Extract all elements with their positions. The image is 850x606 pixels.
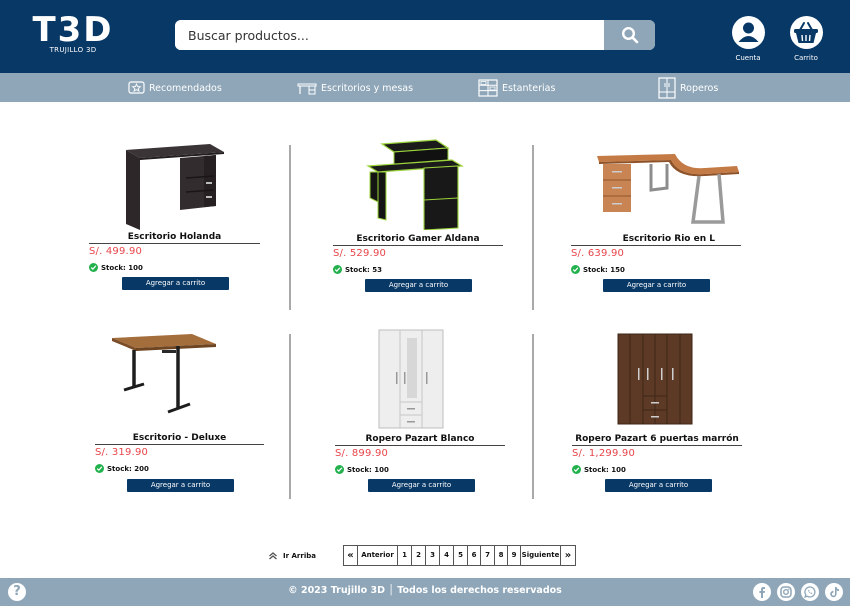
go-top-link[interactable]: Ir Arriba bbox=[268, 551, 316, 560]
next-page-button[interactable]: Siguiente bbox=[521, 546, 561, 565]
stock-status: Stock: 150 bbox=[571, 265, 625, 274]
nav-item-escritorios[interactable]: Escritorios y mesas bbox=[297, 79, 413, 97]
stock-label: Stock: 100 bbox=[347, 465, 389, 474]
site-footer: ? © 2023 Trujillo 3D │ Todos los derecho… bbox=[0, 578, 850, 606]
stock-label: Stock: 200 bbox=[107, 464, 149, 473]
search-button[interactable] bbox=[604, 20, 655, 50]
stock-status: Stock: 200 bbox=[95, 464, 149, 473]
facebook-icon[interactable] bbox=[753, 583, 771, 601]
search-input[interactable] bbox=[175, 20, 605, 50]
user-icon bbox=[738, 22, 758, 42]
product-name[interactable]: Ropero Pazart Blanco bbox=[335, 434, 505, 446]
product-image[interactable] bbox=[120, 140, 228, 230]
add-to-cart-button[interactable]: Agregar a carrito bbox=[605, 479, 712, 492]
product-price: S/. 529.90 bbox=[333, 248, 387, 259]
site-logo[interactable]: T3D TRUJILLO 3D bbox=[32, 12, 114, 54]
product-price: S/. 899.90 bbox=[335, 448, 389, 459]
product-price: S/. 499.90 bbox=[89, 246, 143, 257]
product-image[interactable] bbox=[110, 332, 218, 416]
stock-status: Stock: 100 bbox=[89, 263, 143, 272]
stock-status: Stock: 100 bbox=[335, 465, 389, 474]
page-4-button[interactable]: 4 bbox=[440, 546, 454, 565]
product-price: S/. 319.90 bbox=[95, 447, 149, 458]
product-name[interactable]: Ropero Pazart 6 puertas marrón bbox=[572, 434, 742, 446]
product-image[interactable] bbox=[595, 152, 740, 230]
nav-label: Recomendados bbox=[149, 82, 222, 94]
product-name[interactable]: Escritorio - Deluxe bbox=[95, 433, 264, 445]
page-7-button[interactable]: 7 bbox=[481, 546, 495, 565]
nav-item-estanterias[interactable]: Estanterias bbox=[478, 79, 555, 97]
account-label: Cuenta bbox=[735, 54, 761, 62]
column-divider bbox=[289, 145, 291, 310]
stock-label: Stock: 100 bbox=[101, 263, 143, 272]
nav-item-recomendados[interactable]: Recomendados bbox=[128, 79, 222, 97]
add-to-cart-button[interactable]: Agregar a carrito bbox=[127, 479, 234, 492]
stock-status: Stock: 100 bbox=[572, 465, 626, 474]
tiktok-icon[interactable] bbox=[825, 583, 843, 601]
column-divider bbox=[532, 145, 534, 310]
shelf-icon bbox=[478, 79, 498, 97]
cart-label: Carrito bbox=[794, 54, 818, 62]
check-circle-icon bbox=[572, 465, 581, 474]
add-to-cart-button[interactable]: Agregar a carrito bbox=[603, 279, 710, 292]
search-icon bbox=[621, 26, 638, 44]
double-chevron-up-icon bbox=[269, 552, 277, 560]
account-button[interactable]: Cuenta bbox=[723, 16, 773, 62]
page-5-button[interactable]: 5 bbox=[454, 546, 468, 565]
stock-status: Stock: 53 bbox=[333, 265, 382, 274]
add-to-cart-button[interactable]: Agregar a carrito bbox=[122, 277, 229, 290]
site-header: T3D TRUJILLO 3D Cuenta bbox=[0, 0, 850, 73]
check-circle-icon bbox=[89, 263, 98, 272]
product-price: S/. 1,299.90 bbox=[572, 448, 636, 459]
copyright-text: © 2023 Trujillo 3D │ Todos los derechos … bbox=[288, 585, 562, 596]
last-page-button[interactable]: » bbox=[561, 546, 575, 565]
product-image[interactable] bbox=[376, 328, 446, 430]
product-price: S/. 639.90 bbox=[571, 248, 625, 259]
column-divider bbox=[532, 334, 534, 499]
nav-item-roperos[interactable]: Roperos bbox=[658, 77, 719, 99]
product-name[interactable]: Escritorio Gamer Aldana bbox=[333, 234, 503, 246]
product-name[interactable]: Escritorio Holanda bbox=[89, 232, 260, 244]
nav-label: Estanterias bbox=[502, 82, 556, 94]
pagination: « Anterior 1 2 3 4 5 6 7 8 9 Siguiente » bbox=[343, 545, 576, 566]
stock-label: Stock: 100 bbox=[584, 465, 626, 474]
prev-page-button[interactable]: Anterior bbox=[358, 546, 398, 565]
whatsapp-icon[interactable] bbox=[801, 583, 819, 601]
page-9-button[interactable]: 9 bbox=[508, 546, 521, 565]
star-badge-icon bbox=[128, 80, 145, 94]
check-circle-icon bbox=[95, 464, 104, 473]
stock-label: Stock: 150 bbox=[583, 265, 625, 274]
nav-label: Roperos bbox=[680, 82, 719, 94]
desk-icon bbox=[297, 83, 317, 95]
page-8-button[interactable]: 8 bbox=[495, 546, 508, 565]
page-3-button[interactable]: 3 bbox=[426, 546, 440, 565]
nav-label: Escritorios y mesas bbox=[321, 82, 414, 94]
logo-text: T3D bbox=[32, 10, 114, 50]
search-bar bbox=[175, 20, 655, 50]
cart-button[interactable]: Carrito bbox=[781, 16, 831, 62]
category-nav: Recomendados Escritorios y mesas Estante… bbox=[0, 73, 850, 102]
product-image[interactable] bbox=[616, 332, 694, 426]
page-1-button[interactable]: 1 bbox=[398, 546, 412, 565]
check-circle-icon bbox=[333, 265, 342, 274]
stock-label: Stock: 53 bbox=[345, 265, 382, 274]
add-to-cart-button[interactable]: Agregar a carrito bbox=[365, 279, 472, 292]
wardrobe-icon bbox=[658, 77, 676, 99]
check-circle-icon bbox=[571, 265, 580, 274]
go-top-label: Ir Arriba bbox=[283, 551, 316, 560]
instagram-icon[interactable] bbox=[777, 583, 795, 601]
add-to-cart-button[interactable]: Agregar a carrito bbox=[368, 479, 475, 492]
product-image[interactable] bbox=[358, 138, 466, 230]
first-page-button[interactable]: « bbox=[344, 546, 358, 565]
product-name[interactable]: Escritorio Rio en L bbox=[571, 234, 741, 246]
page-2-button[interactable]: 2 bbox=[412, 546, 426, 565]
page-6-button[interactable]: 6 bbox=[468, 546, 481, 565]
column-divider bbox=[289, 334, 291, 499]
check-circle-icon bbox=[335, 465, 344, 474]
basket-icon bbox=[794, 21, 818, 43]
